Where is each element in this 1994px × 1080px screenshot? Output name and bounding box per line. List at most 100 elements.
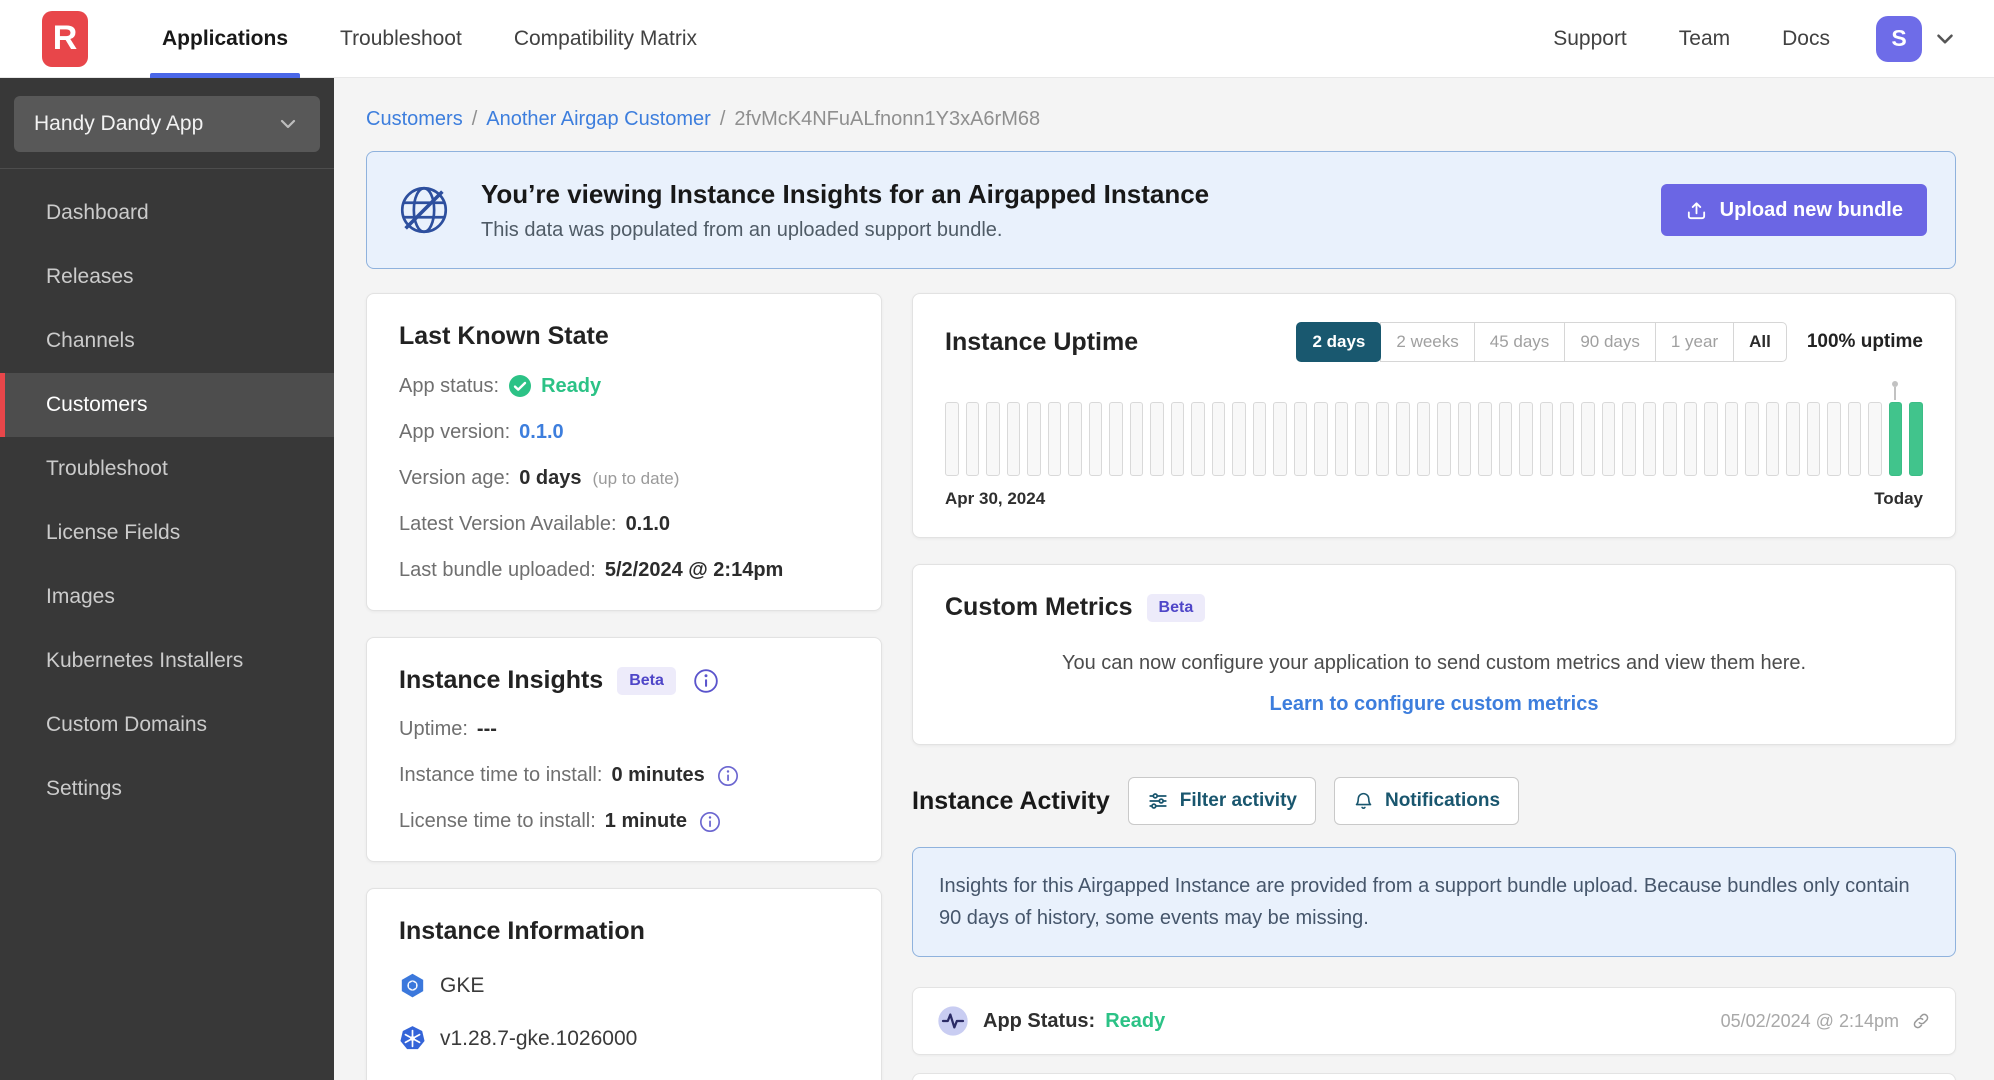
breadcrumb: Customers / Another Airgap Customer / 2f… <box>366 108 1956 131</box>
banner-title: You’re viewing Instance Insights for an … <box>481 178 1210 209</box>
uptime-bar[interactable] <box>1601 402 1616 476</box>
uptime-bar[interactable] <box>1437 402 1451 476</box>
app-selector[interactable]: Handy Dandy App <box>14 96 320 152</box>
uptime-bar[interactable] <box>1047 402 1062 476</box>
uptime-bar[interactable] <box>1765 402 1780 476</box>
uptime-bar[interactable] <box>1519 402 1533 476</box>
link-icon[interactable] <box>1911 1011 1931 1031</box>
info-icon[interactable] <box>699 811 721 833</box>
sidebar-item-kubernetes-installers[interactable]: Kubernetes Installers <box>0 629 334 693</box>
uptime-bar[interactable] <box>1355 402 1369 476</box>
info-icon[interactable] <box>717 765 739 787</box>
uptime-bar[interactable] <box>1109 402 1123 476</box>
replicated-logo[interactable]: R <box>42 10 88 67</box>
nav-support[interactable]: Support <box>1527 0 1653 77</box>
uptime-bar[interactable] <box>1478 402 1492 476</box>
uptime-bar[interactable] <box>1252 402 1267 476</box>
uptime-bar[interactable] <box>1375 402 1390 476</box>
uptime-bar[interactable] <box>1724 402 1739 476</box>
uptime-bar[interactable] <box>1416 402 1431 476</box>
breadcrumb-customer-link[interactable]: Another Airgap Customer <box>486 108 711 131</box>
uptime-bar[interactable] <box>965 402 980 476</box>
uptime-bar[interactable] <box>1293 402 1308 476</box>
instance-insights-row: Instance time to install: 0 minutes <box>399 764 849 787</box>
uptime-bar[interactable] <box>1334 402 1349 476</box>
uptime-bar[interactable] <box>1314 402 1328 476</box>
last-known-state-value[interactable]: 0.1.0 <box>519 421 563 444</box>
sidebar-item-images[interactable]: Images <box>0 565 334 629</box>
avatar[interactable]: S <box>1876 15 1922 62</box>
uptime-bar[interactable] <box>1642 402 1657 476</box>
uptime-bar[interactable] <box>1868 402 1882 476</box>
uptime-bar[interactable] <box>1498 402 1513 476</box>
nav-applications[interactable]: Applications <box>136 0 314 78</box>
sidebar-item-custom-domains[interactable]: Custom Domains <box>0 693 334 757</box>
uptime-bar[interactable] <box>1663 402 1677 476</box>
upload-new-bundle-button[interactable]: Upload new bundle <box>1660 184 1927 236</box>
uptime-bar[interactable] <box>1580 402 1595 476</box>
uptime-period-2-days[interactable]: 2 days <box>1296 322 1382 362</box>
last-known-state-label: Version age: <box>399 467 511 489</box>
uptime-bar[interactable] <box>945 402 959 476</box>
nav-troubleshoot[interactable]: Troubleshoot <box>314 0 488 77</box>
instance-insights-rows: Uptime: --- Instance time to install: 0 min… <box>399 718 849 833</box>
uptime-bar[interactable] <box>1150 402 1164 476</box>
sidebar-item-settings[interactable]: Settings <box>0 757 334 821</box>
uptime-period-all[interactable]: All <box>1733 322 1787 362</box>
uptime-bar[interactable] <box>1683 402 1698 476</box>
nav-compatibility-matrix[interactable]: Compatibility Matrix <box>488 0 723 77</box>
uptime-period-45-days[interactable]: 45 days <box>1473 322 1566 362</box>
breadcrumb-separator: / <box>471 108 478 130</box>
uptime-bar[interactable] <box>1170 402 1185 476</box>
info-icon[interactable] <box>693 668 719 694</box>
nav-team[interactable]: Team <box>1653 0 1756 77</box>
uptime-bar[interactable] <box>1088 402 1103 476</box>
sidebar-item-troubleshoot[interactable]: Troubleshoot <box>0 437 334 501</box>
uptime-bar[interactable] <box>1622 402 1636 476</box>
sidebar-item-channels[interactable]: Channels <box>0 309 334 373</box>
chevron-down-icon[interactable] <box>1932 26 1958 52</box>
sidebar-item-dashboard[interactable]: Dashboard <box>0 181 334 245</box>
uptime-bar[interactable] <box>1211 402 1226 476</box>
uptime-bar[interactable] <box>1745 402 1759 476</box>
uptime-bar[interactable] <box>1847 402 1862 476</box>
uptime-bar[interactable] <box>1396 402 1410 476</box>
airgap-globe-icon <box>400 186 448 234</box>
nav-docs[interactable]: Docs <box>1756 0 1856 77</box>
sidebar-item-license-fields[interactable]: License Fields <box>0 501 334 565</box>
uptime-bar[interactable] <box>1068 402 1082 476</box>
uptime-bar[interactable] <box>1129 402 1144 476</box>
uptime-bar[interactable] <box>1539 402 1554 476</box>
uptime-bar[interactable] <box>1560 402 1574 476</box>
instance-information-items: GKEv1.28.7-gke.1026000kotsv1.103.3 <box>399 972 849 1080</box>
uptime-bar[interactable] <box>1457 402 1472 476</box>
activity-row[interactable]: App Status: Ready 05/02/2024 @ 2:14pm <box>912 987 1956 1055</box>
breadcrumb-customers-link[interactable]: Customers <box>366 108 463 131</box>
gke-icon <box>399 972 426 999</box>
uptime-period-1-year[interactable]: 1 year <box>1654 322 1735 362</box>
uptime-period-90-days[interactable]: 90 days <box>1564 322 1656 362</box>
configure-custom-metrics-link[interactable]: Learn to configure custom metrics <box>945 693 1923 716</box>
uptime-bar[interactable] <box>986 402 1000 476</box>
uptime-bar[interactable] <box>1232 402 1246 476</box>
uptime-bar[interactable] <box>1191 402 1205 476</box>
uptime-bar[interactable] <box>1888 402 1903 476</box>
uptime-period-2-weeks[interactable]: 2 weeks <box>1380 322 1475 362</box>
value-note: (up to date) <box>592 468 680 488</box>
airgap-banner: You’re viewing Instance Insights for an … <box>366 151 1956 269</box>
uptime-bar[interactable] <box>1006 402 1021 476</box>
notifications-button[interactable]: Notifications <box>1333 777 1520 825</box>
uptime-bar[interactable] <box>1827 402 1841 476</box>
filter-activity-button[interactable]: Filter activity <box>1127 777 1316 825</box>
uptime-bar[interactable] <box>1909 402 1923 476</box>
sidebar-item-releases[interactable]: Releases <box>0 245 334 309</box>
uptime-bar[interactable] <box>1273 402 1287 476</box>
sidebar-item-customers[interactable]: Customers <box>0 373 334 437</box>
activity-row[interactable]: App Status:Updating05/02/2024 @ 2:14pm <box>912 1073 1956 1080</box>
uptime-bar[interactable] <box>1704 402 1718 476</box>
uptime-bar[interactable] <box>1027 402 1041 476</box>
utility-nav: Support Team Docs <box>1527 0 1856 77</box>
uptime-bar[interactable] <box>1786 402 1800 476</box>
instance-activity-title: Instance Activity <box>912 786 1110 815</box>
uptime-bar[interactable] <box>1806 402 1821 476</box>
